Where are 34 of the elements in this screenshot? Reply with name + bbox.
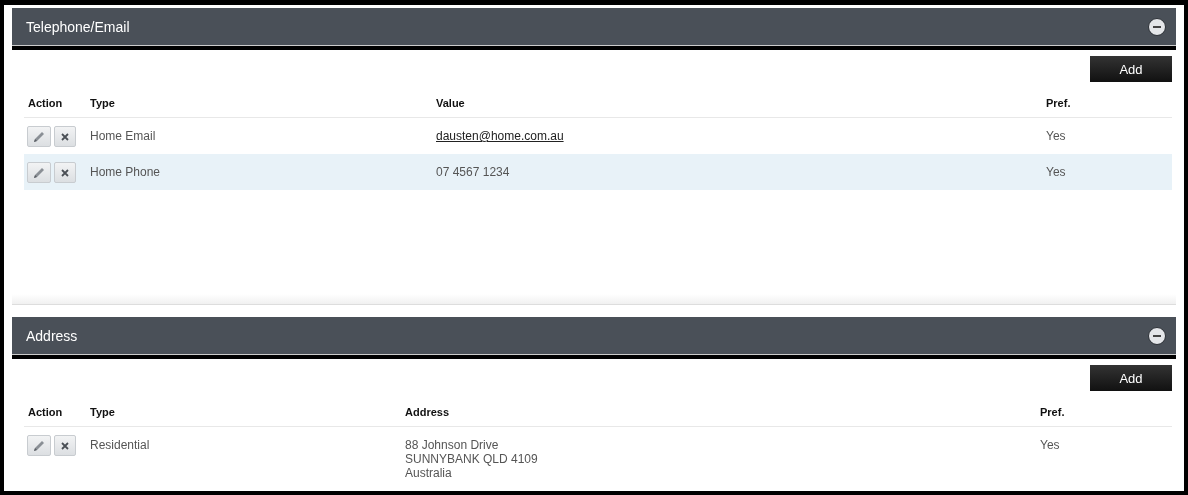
table-cell-text: Home Email xyxy=(89,128,157,143)
column-header: Action xyxy=(27,405,64,418)
table-cell-text: SUNNYBANK QLD 4109 xyxy=(405,452,539,466)
table-cell-text: Yes xyxy=(1039,437,1061,452)
column-header: Action xyxy=(27,96,64,109)
column-header: Type xyxy=(89,96,116,109)
table-cell-text: Residential xyxy=(89,437,151,452)
add-button[interactable]: Add xyxy=(1090,56,1172,82)
delete-button[interactable] xyxy=(54,126,76,147)
close-icon xyxy=(61,132,69,141)
email-link[interactable]: dausten@home.com.au xyxy=(436,129,564,143)
section-title: Telephone/Email xyxy=(26,19,130,35)
table-cell-text: 88 Johnson Drive xyxy=(405,438,500,452)
close-icon xyxy=(61,441,69,450)
add-button[interactable]: Add xyxy=(1090,365,1172,391)
section-title: Address xyxy=(26,328,78,344)
table-cell-text: Home Phone xyxy=(89,164,162,179)
column-header: Address xyxy=(404,405,451,418)
pencil-icon xyxy=(32,129,46,144)
column-header: Value xyxy=(435,96,466,109)
column-header: Pref. xyxy=(1039,405,1066,418)
collapse-button[interactable] xyxy=(1148,327,1166,345)
collapse-button[interactable] xyxy=(1148,18,1166,36)
delete-button[interactable] xyxy=(54,435,76,456)
delete-button[interactable] xyxy=(54,162,76,183)
table-cell-text: Yes xyxy=(1045,164,1067,179)
column-header: Type xyxy=(89,405,116,418)
pencil-icon xyxy=(32,165,46,180)
table-cell-text: Australia xyxy=(405,466,453,480)
pencil-icon xyxy=(32,438,46,453)
table-cell-text: 07 4567 1234 xyxy=(436,165,511,179)
close-icon xyxy=(61,168,69,177)
column-header: Pref. xyxy=(1045,96,1072,109)
table-cell-text: Yes xyxy=(1045,128,1067,143)
